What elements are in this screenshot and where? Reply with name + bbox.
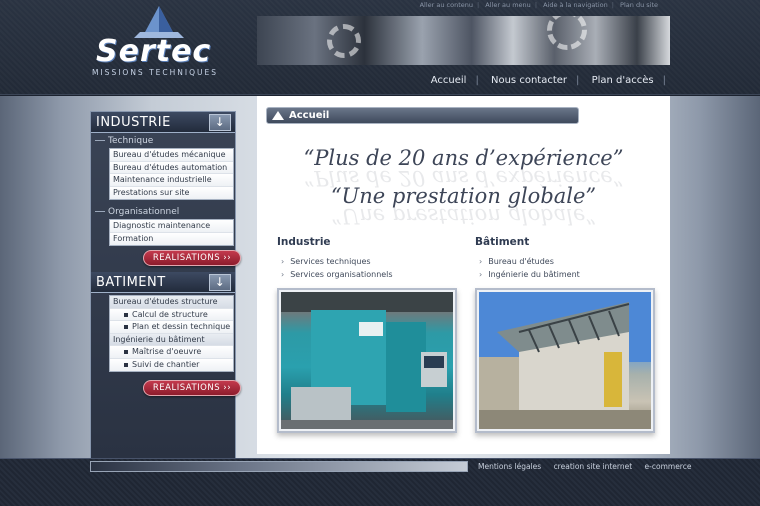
menu-item-formation[interactable]: Formation: [110, 232, 233, 245]
logo-tagline: MISSIONS TECHNIQUES: [92, 68, 218, 77]
sidebar: INDUSTRIE ↓ Technique Bureau d'études mé…: [90, 111, 241, 461]
batiment-header[interactable]: BATIMENT ↓: [91, 272, 235, 293]
technique-menu: Bureau d'études mécanique Bureau d'étude…: [109, 148, 234, 200]
menu-item-maintenance-industrielle[interactable]: Maintenance industrielle: [110, 174, 233, 187]
chevron-right-icon: ›: [281, 269, 285, 279]
skip-links: Aller au contenu | Aller au menu | Aide à …: [419, 1, 658, 9]
skip-link-help[interactable]: Aide à la navigation: [543, 1, 608, 9]
site-header: Sertec MISSIONS TECHNIQUES Aller au cont…: [0, 0, 760, 95]
nav-accueil[interactable]: Accueil: [431, 75, 467, 86]
batiment-title: BATIMENT: [96, 275, 166, 290]
link-services-techniques[interactable]: › Services techniques: [281, 257, 393, 270]
industrie-machine-photo[interactable]: [277, 288, 457, 433]
menu-item-maitrise-oeuvre[interactable]: Maîtrise d'oeuvre: [110, 346, 233, 359]
industrie-realisations-button[interactable]: REALISATIONS ››: [143, 250, 241, 266]
footer-link-creation-site[interactable]: creation site internet: [554, 462, 633, 471]
machine-image: [281, 292, 453, 429]
group-label-technique: Technique: [91, 133, 235, 148]
footer-links: Mentions légales creation site internet …: [478, 462, 701, 471]
menu-item-calcul-structure[interactable]: Calcul de structure: [110, 308, 233, 321]
banner-gear-shape: [327, 24, 361, 58]
chevron-right-icon: ›: [281, 257, 285, 266]
breadcrumb-triangle-icon: [272, 111, 284, 120]
breadcrumb-label: Accueil: [289, 110, 330, 121]
industrie-links: › Services techniques › Services organisat…: [281, 257, 393, 282]
link-bureau-etudes[interactable]: › Bureau d'études: [479, 257, 580, 270]
menu-item-bureau-structure[interactable]: Bureau d'études structure: [110, 296, 233, 309]
chevron-right-icon: ›: [479, 269, 483, 279]
skip-link-content[interactable]: Aller au contenu: [420, 1, 473, 9]
industrie-title: INDUSTRIE: [96, 115, 171, 130]
nav-nous-contacter[interactable]: Nous contacter: [491, 75, 567, 86]
banner-gear-shape: [547, 16, 587, 50]
group-label-organisationnel: Organisationnel: [91, 200, 235, 219]
link-services-organisationnels[interactable]: › Services organisationnels: [281, 270, 393, 283]
menu-item-plan-dessin[interactable]: Plan et dessin technique: [110, 321, 233, 334]
quote-prestation-reflection: “Une prestation globale”: [330, 204, 597, 228]
batiment-down-arrow-icon[interactable]: ↓: [209, 274, 231, 291]
menu-item-prestations-site[interactable]: Prestations sur site: [110, 186, 233, 199]
batiment-links: › Bureau d'études › Ingénierie du bâtiment: [479, 257, 580, 282]
footer-bar: [90, 461, 468, 472]
industrie-down-arrow-icon[interactable]: ↓: [209, 114, 231, 131]
logo-brand-text: Sertec: [96, 34, 212, 69]
menu-item-ingenierie-batiment[interactable]: Ingénierie du bâtiment: [110, 333, 233, 346]
menu-item-diagnostic-maintenance[interactable]: Diagnostic maintenance: [110, 220, 233, 233]
organisationnel-menu: Diagnostic maintenance Formation: [109, 219, 234, 246]
top-navigation: Accueil | Nous contacter | Plan d'accès |: [430, 75, 666, 86]
building-image: [479, 292, 651, 429]
industrie-section-title: Industrie: [277, 236, 331, 248]
sertec-logo[interactable]: Sertec MISSIONS TECHNIQUES: [90, 4, 230, 77]
batiment-realisations-button[interactable]: REALISATIONS ››: [143, 380, 241, 396]
batiment-menu: Bureau d'études structure Calcul de stru…: [109, 295, 234, 372]
footer-link-mentions[interactable]: Mentions légales: [478, 462, 541, 471]
menu-item-suivi-chantier[interactable]: Suivi de chantier: [110, 358, 233, 371]
main-content: Accueil “Plus de 20 ans d’expérience” “P…: [257, 96, 670, 454]
skip-link-sitemap[interactable]: Plan du site: [620, 1, 658, 9]
menu-item-bureau-automation[interactable]: Bureau d'études automation: [110, 161, 233, 174]
batiment-section-title: Bâtiment: [475, 236, 530, 248]
footer-link-ecommerce[interactable]: e-commerce: [645, 462, 692, 471]
batiment-building-photo[interactable]: [475, 288, 655, 433]
industrie-header[interactable]: INDUSTRIE ↓: [91, 112, 235, 133]
chevron-right-icon: ›: [479, 257, 483, 266]
nav-plan-acces[interactable]: Plan d'accès: [592, 75, 654, 86]
menu-item-bureau-mecanique[interactable]: Bureau d'études mécanique: [110, 149, 233, 162]
header-banner-image: [257, 16, 670, 65]
link-ingenierie-batiment[interactable]: › Ingénierie du bâtiment: [479, 270, 580, 283]
breadcrumb: Accueil: [266, 107, 579, 124]
skip-link-menu[interactable]: Aller au menu: [485, 1, 531, 9]
